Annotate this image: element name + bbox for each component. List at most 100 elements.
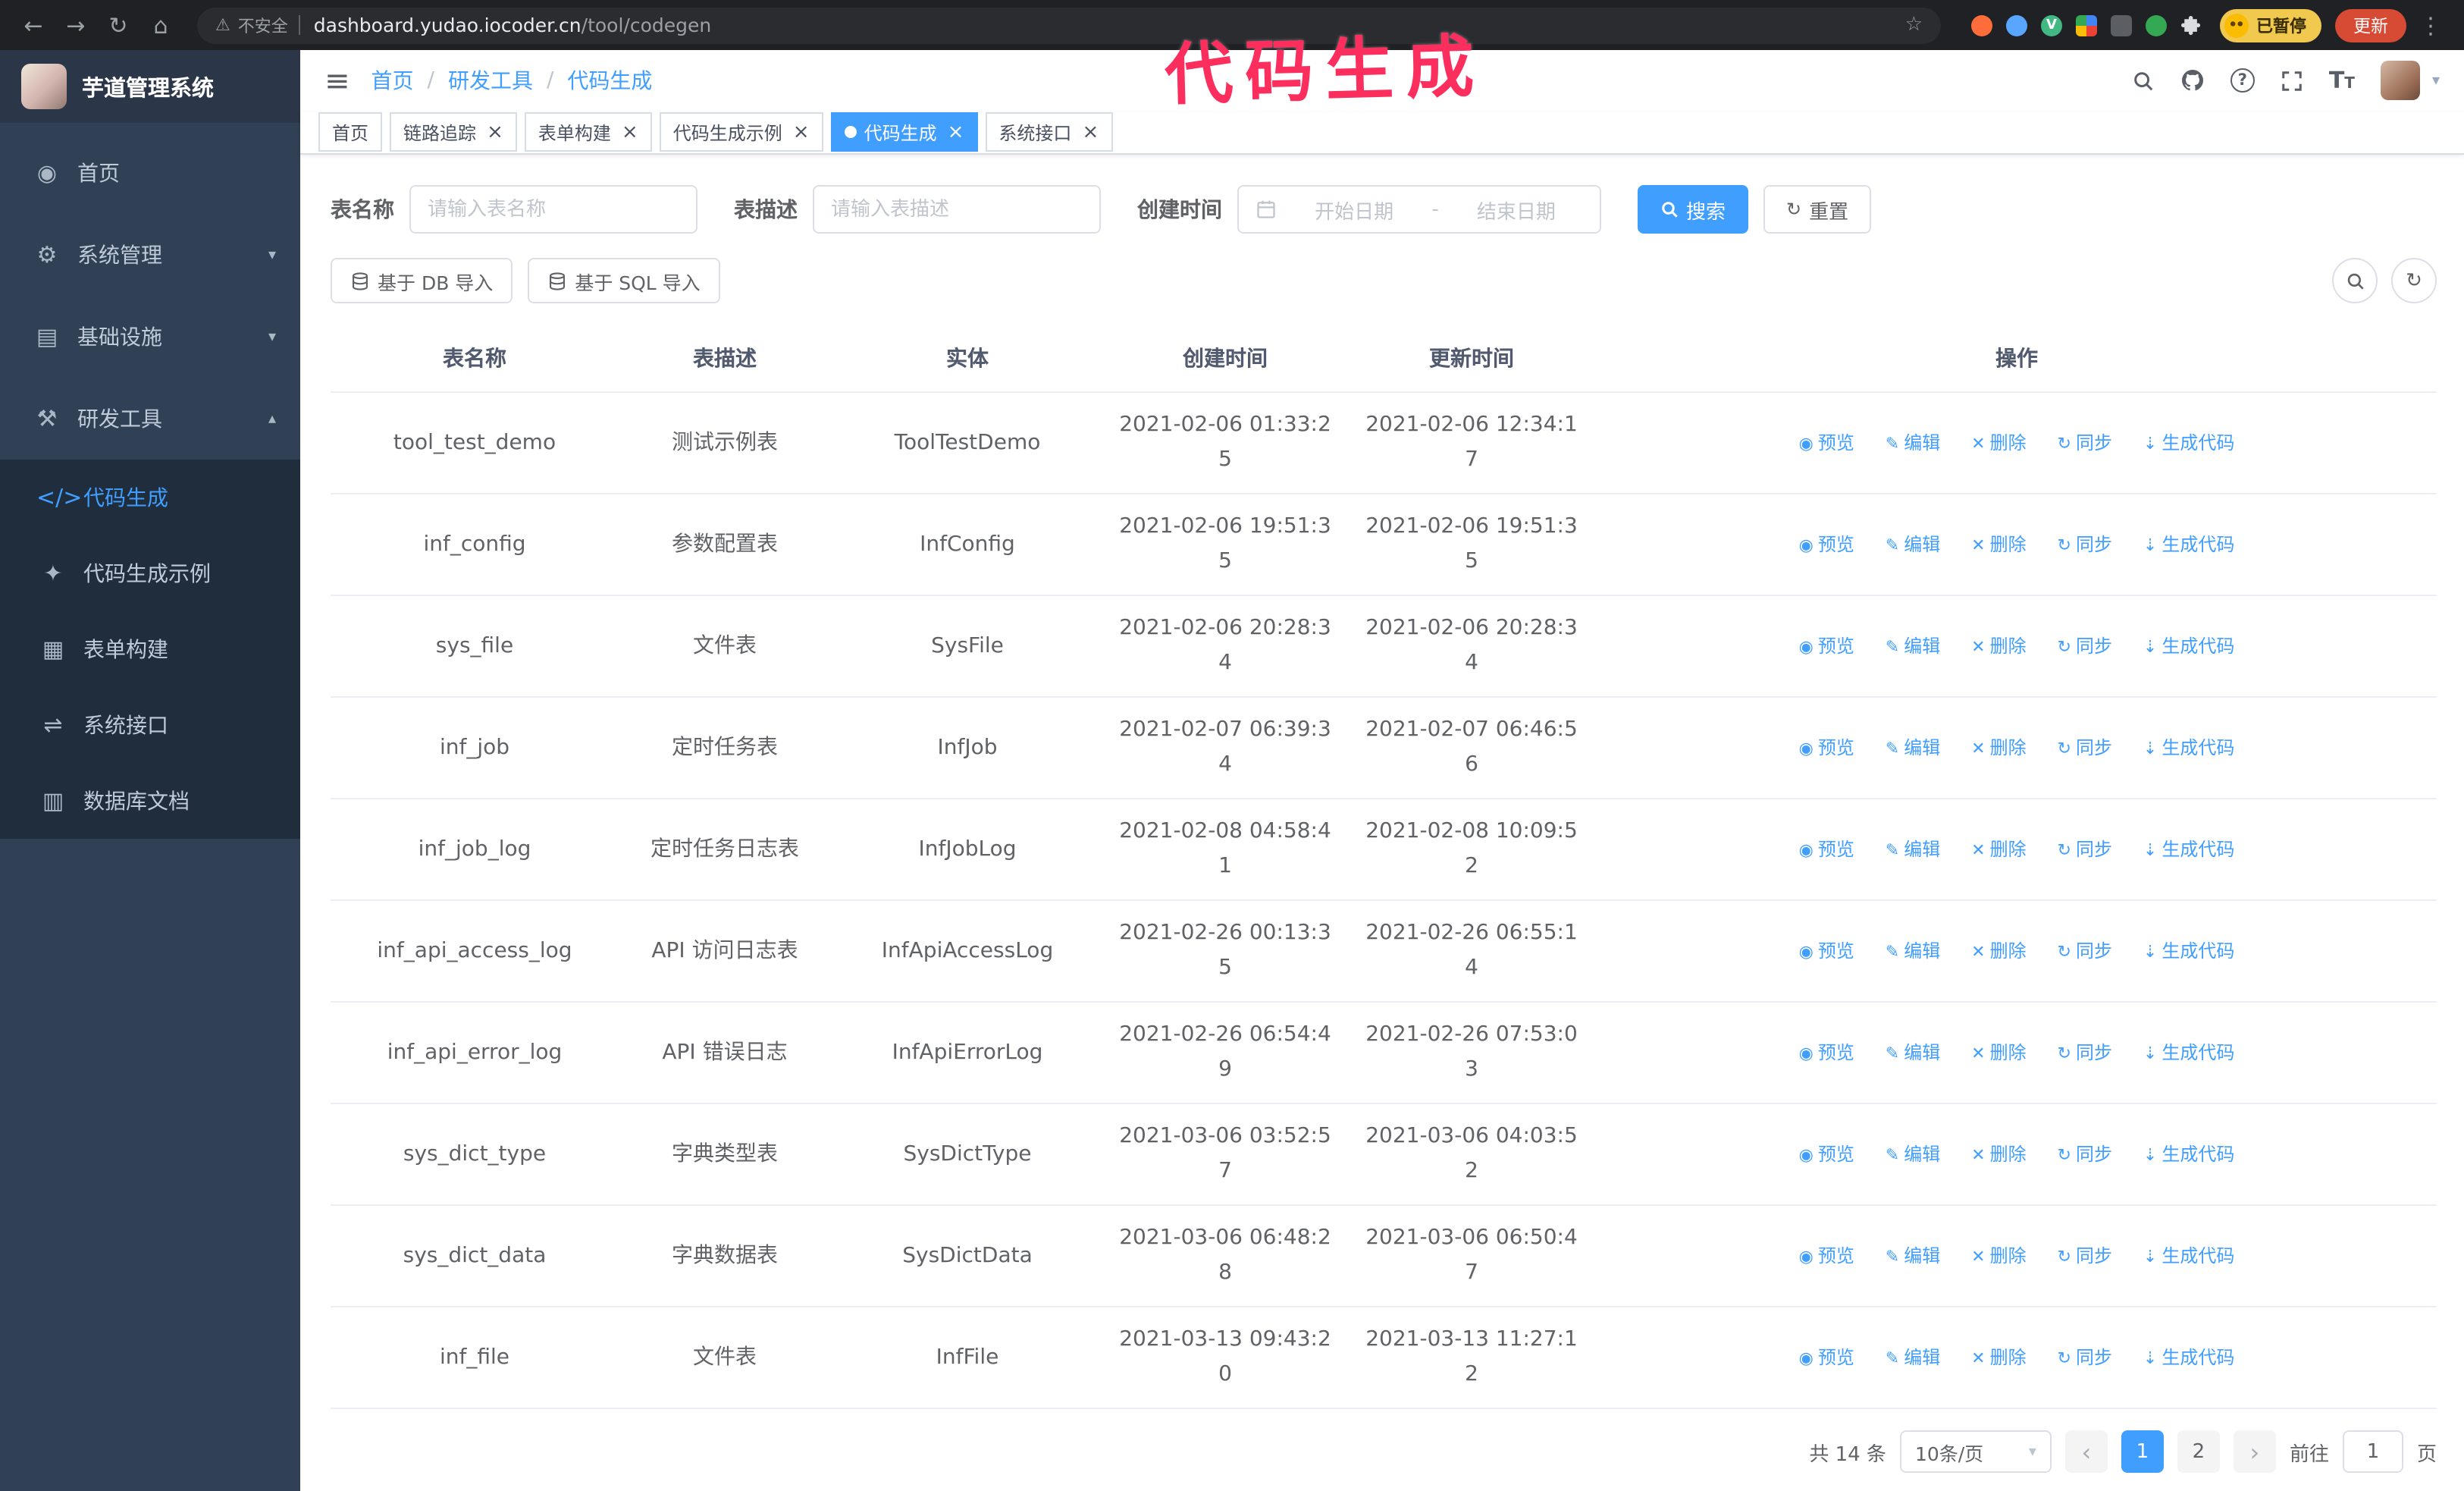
extension-icon-4[interactable] xyxy=(2076,14,2097,36)
import-sql-button[interactable]: 基于 SQL 导入 xyxy=(528,258,720,303)
preview-link[interactable]: ◉ 预览 xyxy=(1799,1035,1854,1070)
generate-code-link[interactable]: ⇣ 生成代码 xyxy=(2143,934,2234,968)
extension-icon-1[interactable] xyxy=(1971,14,1992,36)
bookmark-star-icon[interactable]: ☆ xyxy=(1905,14,1923,36)
sidebar-item-codegen[interactable]: </> 代码生成 xyxy=(0,460,300,535)
date-range-picker[interactable]: 开始日期 - 结束日期 xyxy=(1237,185,1601,234)
edit-link[interactable]: ✎ 编辑 xyxy=(1886,629,1940,664)
tab-home[interactable]: 首页 xyxy=(318,112,383,152)
close-icon[interactable]: × xyxy=(948,123,964,143)
prev-page-button[interactable]: ‹ xyxy=(2064,1430,2108,1473)
extensions-menu-icon[interactable] xyxy=(2180,14,2202,36)
address-bar[interactable]: ⚠ 不安全 dashboard.yudao.iocoder.cn/tool/co… xyxy=(197,7,1941,43)
extension-icon-6[interactable] xyxy=(2146,14,2167,36)
edit-link[interactable]: ✎ 编辑 xyxy=(1886,1238,1940,1273)
preview-link[interactable]: ◉ 预览 xyxy=(1799,1238,1854,1273)
refresh-table-button[interactable]: ↻ xyxy=(2391,258,2437,303)
chrome-menu-icon[interactable]: ⋮ xyxy=(2412,11,2449,39)
edit-link[interactable]: ✎ 编辑 xyxy=(1886,1035,1940,1070)
end-date-placeholder[interactable]: 结束日期 xyxy=(1450,195,1583,224)
fullscreen-icon[interactable] xyxy=(2281,70,2303,93)
page-button-2[interactable]: 2 xyxy=(2177,1430,2220,1473)
goto-page-input[interactable] xyxy=(2342,1430,2403,1473)
edit-link[interactable]: ✎ 编辑 xyxy=(1886,832,1940,867)
preview-link[interactable]: ◉ 预览 xyxy=(1799,730,1854,765)
edit-link[interactable]: ✎ 编辑 xyxy=(1886,1137,1940,1172)
page-size-select[interactable]: 10条/页 ▾ xyxy=(1899,1430,2052,1473)
close-icon[interactable]: × xyxy=(1082,123,1099,143)
sync-link[interactable]: ↻ 同步 xyxy=(2058,425,2112,460)
sidebar-item-api[interactable]: ⇌ 系统接口 xyxy=(0,687,300,763)
delete-link[interactable]: ✕ 删除 xyxy=(1971,527,2026,562)
preview-link[interactable]: ◉ 预览 xyxy=(1799,1137,1854,1172)
breadcrumb-home[interactable]: 首页 xyxy=(371,66,414,96)
edit-link[interactable]: ✎ 编辑 xyxy=(1886,1340,1940,1375)
preview-link[interactable]: ◉ 预览 xyxy=(1799,527,1854,562)
toggle-search-button[interactable] xyxy=(2332,258,2378,303)
delete-link[interactable]: ✕ 删除 xyxy=(1971,832,2026,867)
help-icon[interactable]: ? xyxy=(2230,68,2255,93)
delete-link[interactable]: ✕ 删除 xyxy=(1971,1035,2026,1070)
avatar-chevron-down-icon[interactable]: ▾ xyxy=(2432,73,2440,89)
sidebar-item-form-builder[interactable]: ▦ 表单构建 xyxy=(0,611,300,687)
generate-code-link[interactable]: ⇣ 生成代码 xyxy=(2143,527,2234,562)
extension-icon-2[interactable] xyxy=(2006,14,2027,36)
delete-link[interactable]: ✕ 删除 xyxy=(1971,1340,2026,1375)
home-icon[interactable]: ⌂ xyxy=(143,11,179,39)
sync-link[interactable]: ↻ 同步 xyxy=(2058,832,2112,867)
delete-link[interactable]: ✕ 删除 xyxy=(1971,1238,2026,1273)
edit-link[interactable]: ✎ 编辑 xyxy=(1886,425,1940,460)
sync-link[interactable]: ↻ 同步 xyxy=(2058,934,2112,968)
preview-link[interactable]: ◉ 预览 xyxy=(1799,934,1854,968)
generate-code-link[interactable]: ⇣ 生成代码 xyxy=(2143,1035,2234,1070)
sidebar-item-codegen-example[interactable]: ✦ 代码生成示例 xyxy=(0,535,300,611)
delete-link[interactable]: ✕ 删除 xyxy=(1971,730,2026,765)
delete-link[interactable]: ✕ 删除 xyxy=(1971,1137,2026,1172)
tab-tracing[interactable]: 链路追踪 × xyxy=(390,112,517,152)
sync-link[interactable]: ↻ 同步 xyxy=(2058,629,2112,664)
search-button[interactable]: 搜索 xyxy=(1638,185,1749,234)
tab-codegen-example[interactable]: 代码生成示例 × xyxy=(659,112,823,152)
generate-code-link[interactable]: ⇣ 生成代码 xyxy=(2143,425,2234,460)
sidebar-item-infra[interactable]: ▤ 基础设施 ▾ xyxy=(0,296,300,378)
generate-code-link[interactable]: ⇣ 生成代码 xyxy=(2143,1340,2234,1375)
generate-code-link[interactable]: ⇣ 生成代码 xyxy=(2143,629,2234,664)
sync-link[interactable]: ↻ 同步 xyxy=(2058,1238,2112,1273)
table-desc-input[interactable] xyxy=(831,198,1083,221)
edit-link[interactable]: ✎ 编辑 xyxy=(1886,934,1940,968)
github-icon[interactable] xyxy=(2180,69,2205,93)
sync-link[interactable]: ↻ 同步 xyxy=(2058,730,2112,765)
generate-code-link[interactable]: ⇣ 生成代码 xyxy=(2143,730,2234,765)
sidebar-item-devtools[interactable]: ⚒ 研发工具 ▴ xyxy=(0,378,300,460)
edit-link[interactable]: ✎ 编辑 xyxy=(1886,730,1940,765)
import-db-button[interactable]: 基于 DB 导入 xyxy=(331,258,513,303)
preview-link[interactable]: ◉ 预览 xyxy=(1799,425,1854,460)
font-size-icon[interactable]: TT xyxy=(2329,69,2355,93)
start-date-placeholder[interactable]: 开始日期 xyxy=(1287,195,1421,224)
profile-sync-paused-chip[interactable]: 已暂停 xyxy=(2220,8,2321,42)
app-logo-area[interactable]: 芋道管理系统 xyxy=(0,50,300,123)
tab-codegen[interactable]: 代码生成 × xyxy=(830,112,978,152)
sidebar-item-db-doc[interactable]: ▥ 数据库文档 xyxy=(0,763,300,839)
close-icon[interactable]: × xyxy=(487,123,503,143)
reload-icon[interactable]: ↻ xyxy=(100,11,136,39)
generate-code-link[interactable]: ⇣ 生成代码 xyxy=(2143,1137,2234,1172)
user-avatar[interactable] xyxy=(2380,61,2420,101)
delete-link[interactable]: ✕ 删除 xyxy=(1971,629,2026,664)
edit-link[interactable]: ✎ 编辑 xyxy=(1886,527,1940,562)
tab-form-builder[interactable]: 表单构建 × xyxy=(524,112,652,152)
breadcrumb-devtools[interactable]: 研发工具 xyxy=(448,66,533,96)
sidebar-item-system[interactable]: ⚙ 系统管理 ▾ xyxy=(0,214,300,296)
hamburger-icon[interactable]: ≡ xyxy=(324,66,350,96)
next-page-button[interactable]: › xyxy=(2233,1430,2276,1473)
tab-api[interactable]: 系统接口 × xyxy=(985,112,1113,152)
sync-link[interactable]: ↻ 同步 xyxy=(2058,1340,2112,1375)
extension-icon-vue[interactable]: V xyxy=(2041,14,2062,36)
table-name-input[interactable] xyxy=(428,198,679,221)
reset-button[interactable]: ↻ 重置 xyxy=(1763,185,1872,234)
sync-link[interactable]: ↻ 同步 xyxy=(2058,1137,2112,1172)
search-icon[interactable] xyxy=(2132,70,2155,93)
delete-link[interactable]: ✕ 删除 xyxy=(1971,934,2026,968)
forward-icon[interactable]: → xyxy=(58,11,94,39)
preview-link[interactable]: ◉ 预览 xyxy=(1799,1340,1854,1375)
